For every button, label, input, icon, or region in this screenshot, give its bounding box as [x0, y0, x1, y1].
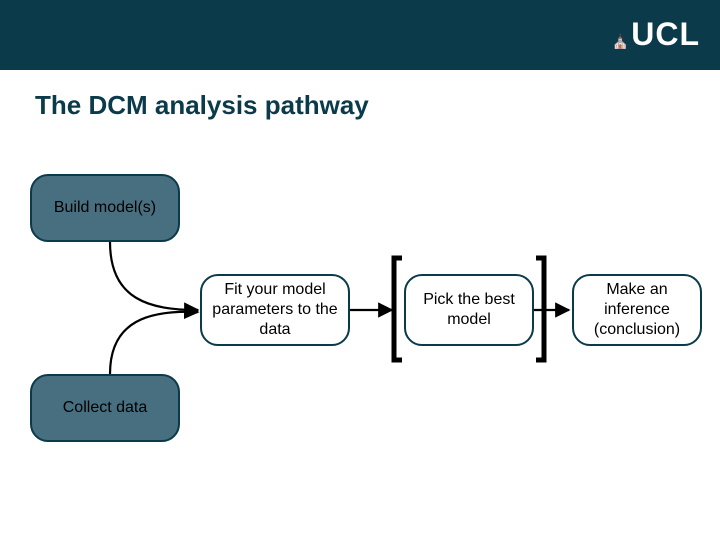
node-pick-label: Pick the best model: [406, 284, 532, 336]
diagram-canvas: [0, 0, 720, 540]
bracket-left: [394, 258, 402, 360]
node-collect-data: Collect data: [30, 374, 180, 442]
node-make-inference: Make an inference (conclusion): [572, 274, 702, 346]
arrow-collect-to-fit: [110, 312, 198, 374]
node-collect-label: Collect data: [53, 392, 158, 424]
node-build-label: Build model(s): [44, 192, 166, 224]
node-infer-label: Make an inference (conclusion): [574, 274, 700, 346]
node-fit-label: Fit your model parameters to the data: [202, 274, 348, 346]
node-build-models: Build model(s): [30, 174, 180, 242]
node-fit-model: Fit your model parameters to the data: [200, 274, 350, 346]
arrow-build-to-fit: [110, 242, 198, 310]
node-pick-best: Pick the best model: [404, 274, 534, 346]
